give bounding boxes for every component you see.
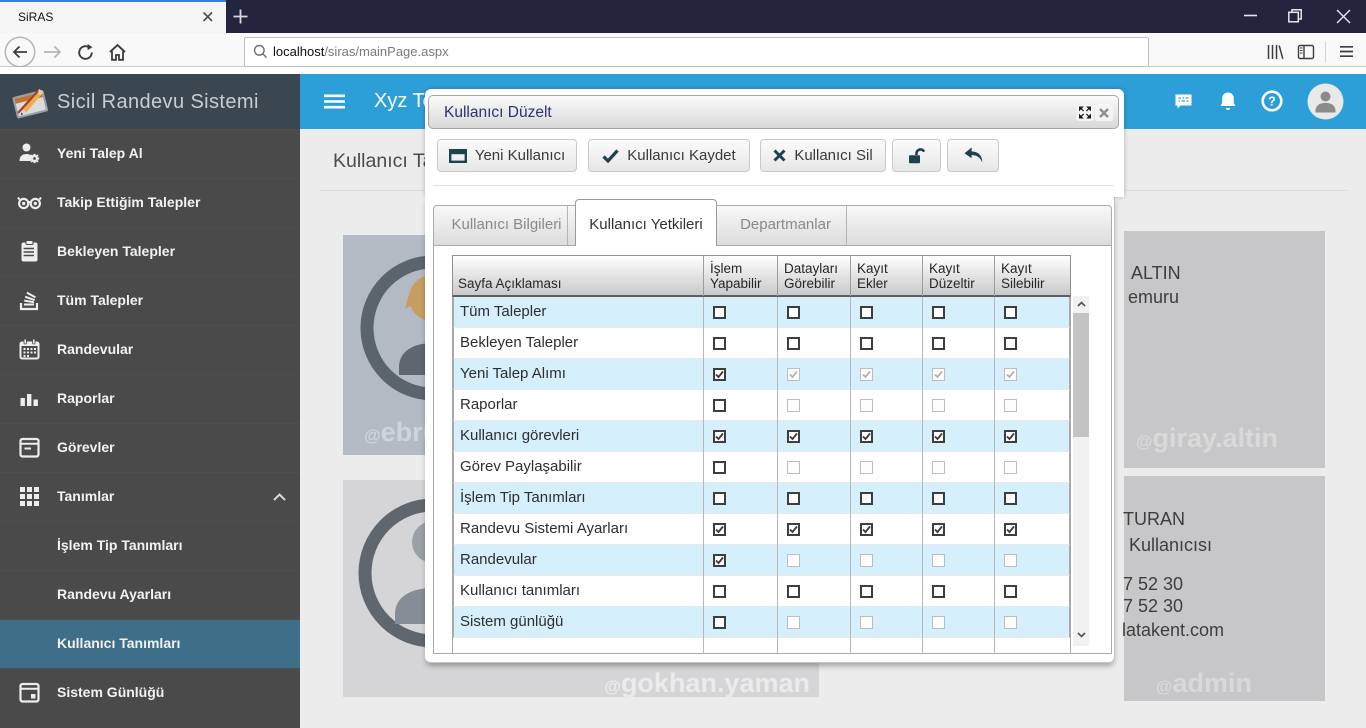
svg-text:?: ? bbox=[1268, 94, 1276, 108]
